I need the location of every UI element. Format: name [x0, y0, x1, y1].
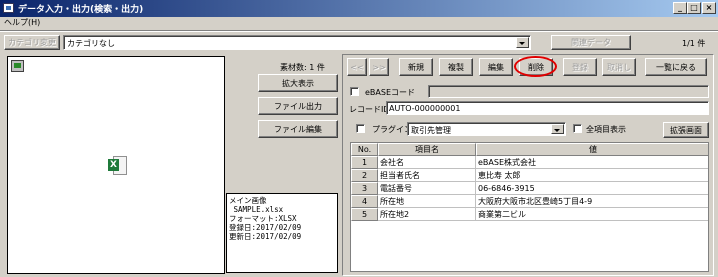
row-no: 4 — [351, 195, 378, 208]
row-no: 3 — [351, 182, 378, 195]
edit-button[interactable]: 編集 — [479, 58, 513, 76]
first-button[interactable]: << — [347, 58, 367, 76]
expand-screen-button[interactable]: 拡張画面 — [663, 122, 709, 138]
row-name[interactable]: 会社名 — [378, 156, 476, 169]
row-no: 1 — [351, 156, 378, 169]
register-button[interactable]: 登録 — [563, 58, 597, 76]
excel-file-icon[interactable]: X — [108, 156, 128, 176]
row-no: 2 — [351, 169, 378, 182]
row-value[interactable]: eBASE株式会社 — [476, 156, 708, 169]
chevron-down-icon[interactable] — [516, 37, 529, 48]
meta-line: メイン画像 — [229, 196, 267, 205]
row-value[interactable]: 06-6846-3915 — [476, 182, 708, 195]
ebase-code-checkbox[interactable] — [350, 87, 359, 96]
grid-header-no: No. — [351, 143, 378, 156]
window-title: データ入力・出力(検索・出力) — [18, 5, 144, 15]
grid-header-name: 項目名 — [378, 143, 476, 156]
back-to-list-button[interactable]: 一覧に戻る — [645, 58, 707, 76]
category-change-button[interactable]: カテゴリ変更 — [4, 35, 60, 50]
record-id-field[interactable]: AUTO-000000001 — [386, 101, 709, 115]
row-value[interactable]: 商業第二ビル — [476, 208, 708, 221]
row-value[interactable]: 恵比寿 太郎 — [476, 169, 708, 182]
row-name[interactable]: 電話番号 — [378, 182, 476, 195]
app-icon — [3, 3, 14, 13]
next-button[interactable]: >> — [369, 58, 389, 76]
grid-header-value: 値 — [476, 143, 708, 156]
row-no: 5 — [351, 208, 378, 221]
all-items-checkbox[interactable] — [573, 124, 582, 133]
image-preview-panel[interactable]: X — [7, 56, 225, 274]
maximize-button[interactable]: □ — [687, 2, 701, 14]
plugin-checkbox[interactable] — [356, 124, 365, 133]
menu-bar: ヘルプ(H) — [0, 17, 718, 29]
monitor-icon[interactable] — [11, 60, 24, 72]
material-count: 素材数: 1 件 — [280, 63, 325, 72]
record-grid: No. 項目名 値 1 会社名 eBASE株式会社 2 担当者氏名 恵比寿 太郎… — [350, 142, 709, 272]
minimize-button[interactable]: _ — [673, 2, 687, 14]
title-bar: データ入力・出力(検索・出力) _ □ × — [0, 0, 718, 17]
delete-button[interactable]: 削除 — [519, 58, 553, 76]
all-items-label: 全項目表示 — [586, 125, 626, 134]
meta-line: 登録日:2017/02/09 — [229, 223, 302, 232]
plugin-dropdown[interactable]: 取引先管理 — [407, 122, 566, 136]
meta-line: SAMPLE.xlsx — [229, 205, 284, 214]
zoom-button[interactable]: 拡大表示 — [258, 74, 338, 92]
file-metadata-box: メイン画像 SAMPLE.xlsx フォーマット:XLSX 登録日:2017/0… — [226, 193, 338, 273]
related-data-button[interactable]: 関連データ — [551, 35, 631, 50]
row-name[interactable]: 所在地 — [378, 195, 476, 208]
row-name[interactable]: 所在地2 — [378, 208, 476, 221]
category-dropdown[interactable]: カテゴリなし — [63, 35, 531, 50]
separator — [0, 31, 718, 32]
file-edit-button[interactable]: ファイル編集 — [258, 120, 338, 138]
close-button[interactable]: × — [702, 2, 716, 14]
new-button[interactable]: 新規 — [399, 58, 433, 76]
category-value: カテゴリなし — [67, 39, 115, 48]
plugin-label: プラグイン — [372, 125, 412, 134]
copy-button[interactable]: 複製 — [439, 58, 473, 76]
record-id-label: レコードID — [349, 105, 390, 114]
page-info: 1/1 件 — [682, 39, 706, 48]
row-name[interactable]: 担当者氏名 — [378, 169, 476, 182]
row-value[interactable]: 大阪府大阪市北区豊崎5丁目4-9 — [476, 195, 708, 208]
file-output-button[interactable]: ファイル出力 — [258, 97, 338, 115]
meta-line: フォーマット:XLSX — [229, 214, 297, 223]
menu-help[interactable]: ヘルプ(H) — [4, 17, 40, 28]
ebase-code-field[interactable] — [428, 85, 709, 98]
ebase-code-label: eBASEコード — [365, 88, 416, 97]
chevron-down-icon[interactable] — [551, 124, 564, 134]
cancel-button[interactable]: 取消し — [602, 58, 636, 76]
meta-line: 更新日:2017/02/09 — [229, 232, 302, 241]
